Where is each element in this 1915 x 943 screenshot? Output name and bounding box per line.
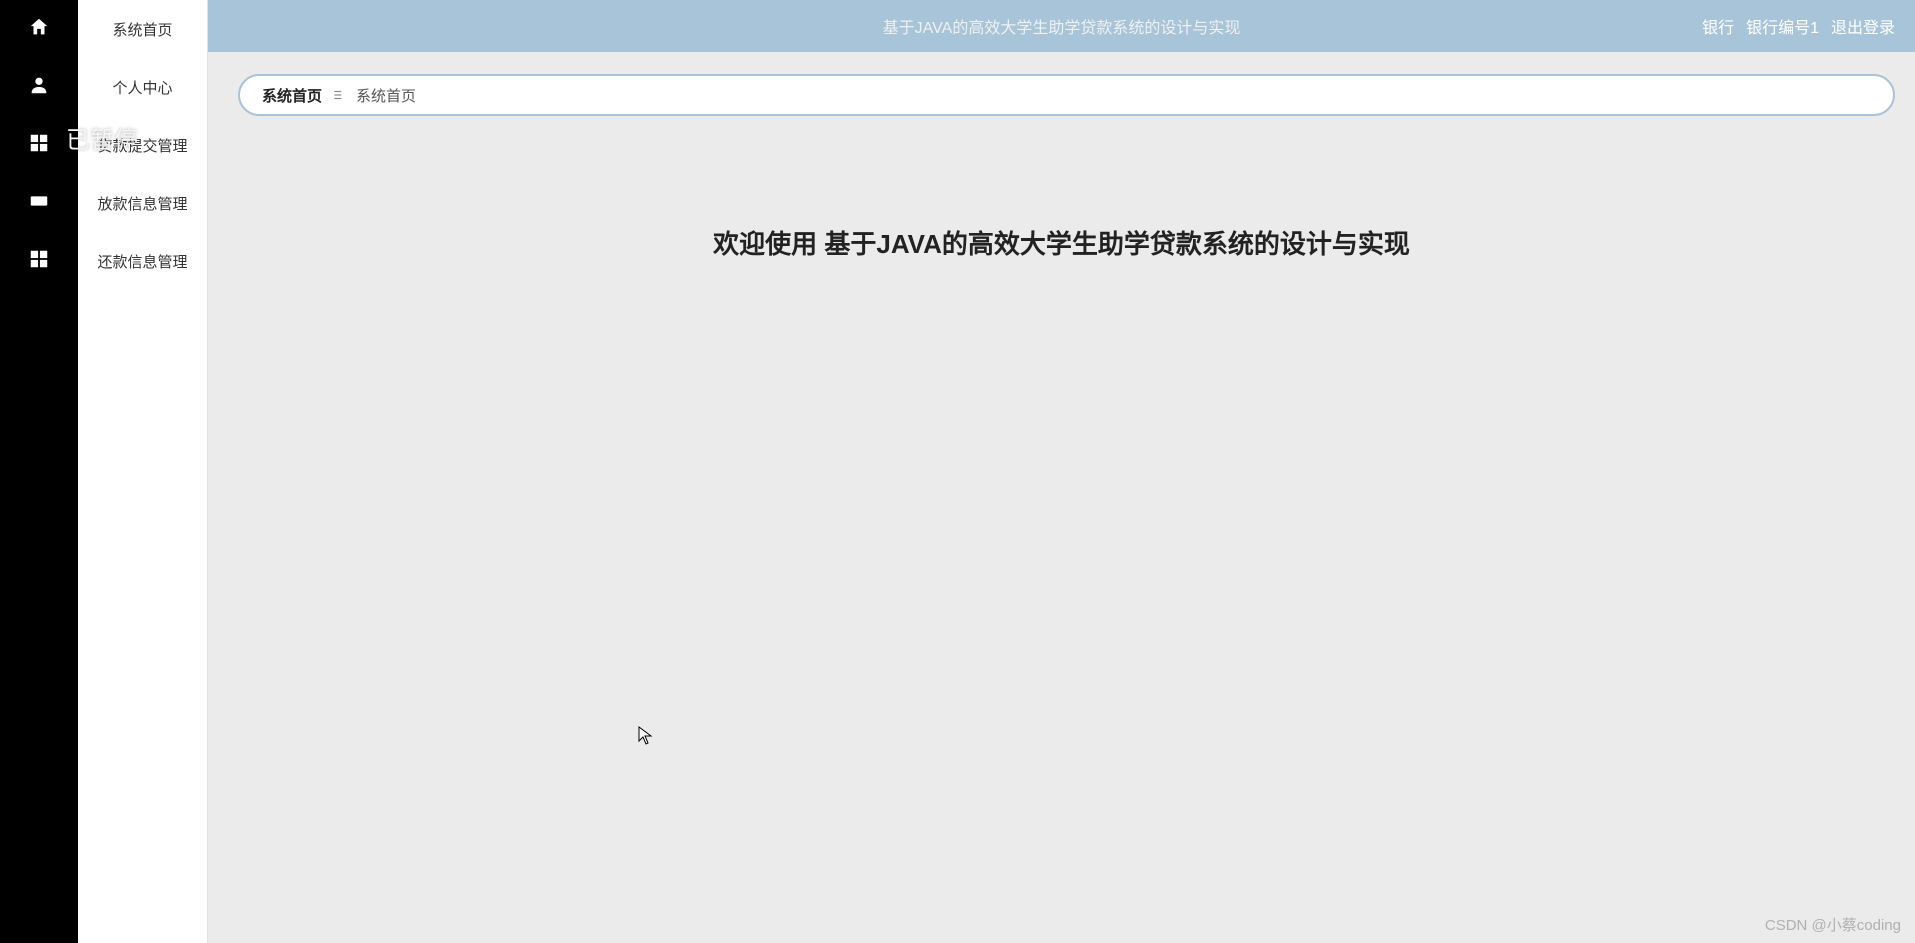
ticket-icon — [28, 190, 50, 217]
breadcrumb: 系统首页 系统首页 — [238, 74, 1895, 116]
breadcrumb-root[interactable]: 系统首页 — [262, 85, 322, 106]
user-id-label[interactable]: 银行编号1 — [1746, 14, 1819, 38]
sidebar-item-label: 系统首页 — [112, 19, 172, 40]
user-role-label[interactable]: 银行 — [1702, 14, 1734, 38]
sidebar-icon-disbursement[interactable] — [0, 174, 78, 232]
sidebar-icon-loan-submit[interactable] — [0, 116, 78, 174]
welcome-title: 基于JAVA的高效大学生助学贷款系统的设计与实现 — [824, 229, 1410, 259]
logout-button[interactable]: 退出登录 — [1831, 14, 1895, 38]
sidebar-item-label: 个人中心 — [112, 77, 172, 98]
welcome-prefix: 欢迎使用 — [713, 229, 824, 259]
icon-sidebar — [0, 0, 78, 943]
header-right: 银行 银行编号1 退出登录 — [1702, 14, 1915, 38]
sidebar-item-home[interactable]: 系统首页 — [78, 0, 207, 58]
grid-icon — [28, 248, 50, 275]
sidebar-item-disbursement[interactable]: 放款信息管理 — [78, 174, 207, 232]
sidebar-item-loan-submit[interactable]: 贷款提交管理 — [78, 116, 207, 174]
sidebar-item-label: 还款信息管理 — [97, 251, 187, 272]
page-title: 基于JAVA的高效大学生助学贷款系统的设计与实现 — [883, 14, 1241, 38]
home-icon — [28, 16, 50, 43]
welcome-heading: 欢迎使用 基于JAVA的高效大学生助学贷款系统的设计与实现 — [713, 224, 1410, 261]
breadcrumb-separator-icon — [332, 88, 346, 102]
main-content: 欢迎使用 基于JAVA的高效大学生助学贷款系统的设计与实现 — [208, 52, 1915, 943]
sidebar-icon-profile[interactable] — [0, 58, 78, 116]
sidebar-item-label: 放款信息管理 — [97, 193, 187, 214]
sidebar-icon-repayment[interactable] — [0, 232, 78, 290]
sidebar-item-repayment[interactable]: 还款信息管理 — [78, 232, 207, 290]
sidebar-icon-home[interactable] — [0, 0, 78, 58]
top-header: 基于JAVA的高效大学生助学贷款系统的设计与实现 银行 银行编号1 退出登录 — [208, 0, 1915, 52]
person-icon — [28, 74, 50, 101]
text-sidebar: 系统首页 个人中心 贷款提交管理 放款信息管理 还款信息管理 — [78, 0, 208, 943]
sidebar-item-label: 贷款提交管理 — [97, 135, 187, 156]
grid-icon — [28, 132, 50, 159]
breadcrumb-current[interactable]: 系统首页 — [356, 85, 416, 106]
sidebar-item-profile[interactable]: 个人中心 — [78, 58, 207, 116]
